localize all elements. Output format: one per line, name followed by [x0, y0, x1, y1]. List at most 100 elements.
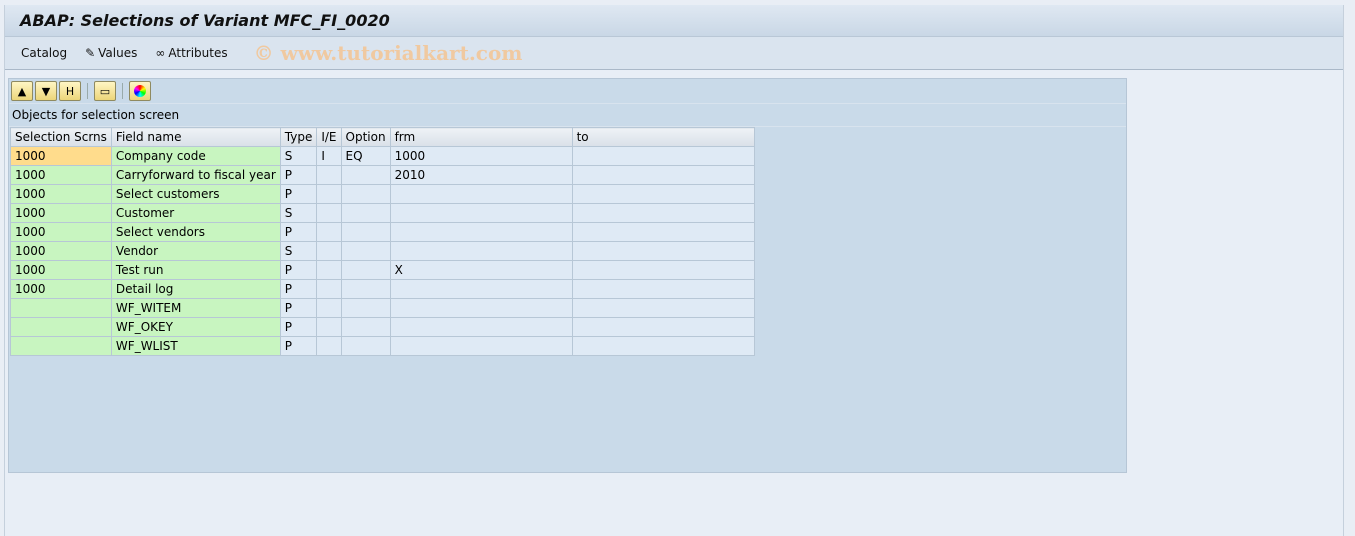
- table-cell[interactable]: WF_WITEM: [110, 298, 281, 318]
- column-header[interactable]: Selection Scrns: [10, 127, 112, 147]
- table-cell[interactable]: P: [279, 184, 318, 204]
- table-cell[interactable]: 1000: [10, 241, 112, 261]
- table-cell[interactable]: 1000: [10, 146, 112, 166]
- table-cell[interactable]: [340, 184, 391, 204]
- table-cell[interactable]: [389, 298, 573, 318]
- table-cell[interactable]: P: [279, 165, 318, 185]
- table-cell[interactable]: 1000: [10, 279, 112, 299]
- table-cell[interactable]: WF_OKEY: [110, 317, 281, 337]
- table-cell[interactable]: [571, 184, 755, 204]
- table-cell[interactable]: [340, 241, 391, 261]
- table-cell[interactable]: P: [279, 336, 318, 356]
- table-cell[interactable]: P: [279, 222, 318, 242]
- table-cell[interactable]: [316, 222, 342, 242]
- table-cell[interactable]: [10, 317, 112, 337]
- table-cell[interactable]: Company code: [110, 146, 281, 166]
- table-cell[interactable]: P: [279, 298, 318, 318]
- table-cell[interactable]: [389, 203, 573, 223]
- table-cell[interactable]: [571, 241, 755, 261]
- table-cell[interactable]: [316, 203, 342, 223]
- table-cell[interactable]: [571, 222, 755, 242]
- table-row: 1000 Test run P X: [10, 260, 755, 280]
- color-legend-icon[interactable]: [129, 81, 151, 101]
- table-cell[interactable]: [571, 317, 755, 337]
- table-cell[interactable]: S: [279, 241, 318, 261]
- table-cell[interactable]: Carryforward to fiscal year: [110, 165, 281, 185]
- table-cell[interactable]: Test run: [110, 260, 281, 280]
- table-cell[interactable]: [571, 298, 755, 318]
- window: ABAP: Selections of Variant MFC_FI_0020 …: [4, 5, 1344, 536]
- table-cell[interactable]: [389, 336, 573, 356]
- sort-ascending-icon[interactable]: ▲: [11, 81, 33, 101]
- table-cell[interactable]: P: [279, 317, 318, 337]
- table-cell[interactable]: [389, 184, 573, 204]
- table-cell[interactable]: 1000: [10, 165, 112, 185]
- table-cell[interactable]: [571, 165, 755, 185]
- table-cell[interactable]: Select vendors: [110, 222, 281, 242]
- table-cell[interactable]: [316, 298, 342, 318]
- table-cell[interactable]: [389, 222, 573, 242]
- table-cell[interactable]: [571, 336, 755, 356]
- table-cell[interactable]: [389, 317, 573, 337]
- table-cell[interactable]: [340, 222, 391, 242]
- table-cell[interactable]: [316, 260, 342, 280]
- table-cell[interactable]: [316, 165, 342, 185]
- table-cell[interactable]: I: [316, 146, 342, 166]
- table-row: WF_OKEY P: [10, 317, 755, 337]
- application-toolbar: Catalog ✎ Values ∞ Attributes © www.tutori…: [5, 37, 1343, 70]
- table-cell[interactable]: [571, 146, 755, 166]
- column-header[interactable]: Option: [340, 127, 391, 147]
- table-cell[interactable]: [316, 317, 342, 337]
- values-button[interactable]: ✎ Values: [85, 46, 137, 60]
- filter-icon[interactable]: ▼: [35, 81, 57, 101]
- column-header[interactable]: to: [571, 127, 755, 147]
- table-cell[interactable]: 1000: [10, 260, 112, 280]
- table-cell[interactable]: [10, 336, 112, 356]
- table-cell[interactable]: [571, 279, 755, 299]
- table-cell[interactable]: [340, 317, 391, 337]
- table-cell[interactable]: [10, 298, 112, 318]
- print-icon[interactable]: ▭: [94, 81, 116, 101]
- table-cell[interactable]: [340, 298, 391, 318]
- table-cell[interactable]: P: [279, 279, 318, 299]
- table-cell[interactable]: S: [279, 203, 318, 223]
- table-cell[interactable]: S: [279, 146, 318, 166]
- table-cell[interactable]: X: [389, 260, 573, 280]
- table-cell[interactable]: P: [279, 260, 318, 280]
- column-header[interactable]: I/E: [316, 127, 342, 147]
- table-cell[interactable]: [316, 336, 342, 356]
- column-header[interactable]: Type: [279, 127, 318, 147]
- table-cell[interactable]: [571, 260, 755, 280]
- table-cell[interactable]: 1000: [10, 203, 112, 223]
- selections-table: Selection Scrns Field name Type I/E Option fr…: [10, 127, 755, 356]
- table-cell[interactable]: Detail log: [110, 279, 281, 299]
- table-cell[interactable]: [340, 336, 391, 356]
- table-cell[interactable]: [340, 279, 391, 299]
- table-cell[interactable]: 1000: [389, 146, 573, 166]
- table-cell[interactable]: 1000: [10, 222, 112, 242]
- table-cell[interactable]: [316, 241, 342, 261]
- table-cell[interactable]: [316, 279, 342, 299]
- table-cell[interactable]: Customer: [110, 203, 281, 223]
- table-cell[interactable]: [340, 203, 391, 223]
- table-cell[interactable]: WF_WLIST: [110, 336, 281, 356]
- table-cell[interactable]: 1000: [10, 184, 112, 204]
- table-cell[interactable]: EQ: [340, 146, 391, 166]
- column-header[interactable]: Field name: [110, 127, 281, 147]
- find-icon[interactable]: H: [59, 81, 81, 101]
- table-cell[interactable]: [340, 165, 391, 185]
- table-row: 1000 Carryforward to fiscal year P 2010: [10, 165, 755, 185]
- table-cell[interactable]: 2010: [389, 165, 573, 185]
- column-header[interactable]: frm: [389, 127, 573, 147]
- table-cell[interactable]: [571, 203, 755, 223]
- table-cell[interactable]: [389, 279, 573, 299]
- grid-caption: Objects for selection screen: [9, 104, 1126, 127]
- table-cell[interactable]: [316, 184, 342, 204]
- table-row: 1000 Detail log P: [10, 279, 755, 299]
- table-cell[interactable]: Vendor: [110, 241, 281, 261]
- table-cell[interactable]: [389, 241, 573, 261]
- table-cell[interactable]: Select customers: [110, 184, 281, 204]
- table-cell[interactable]: [340, 260, 391, 280]
- catalog-button[interactable]: Catalog: [21, 46, 67, 60]
- attributes-button[interactable]: ∞ Attributes: [155, 46, 227, 60]
